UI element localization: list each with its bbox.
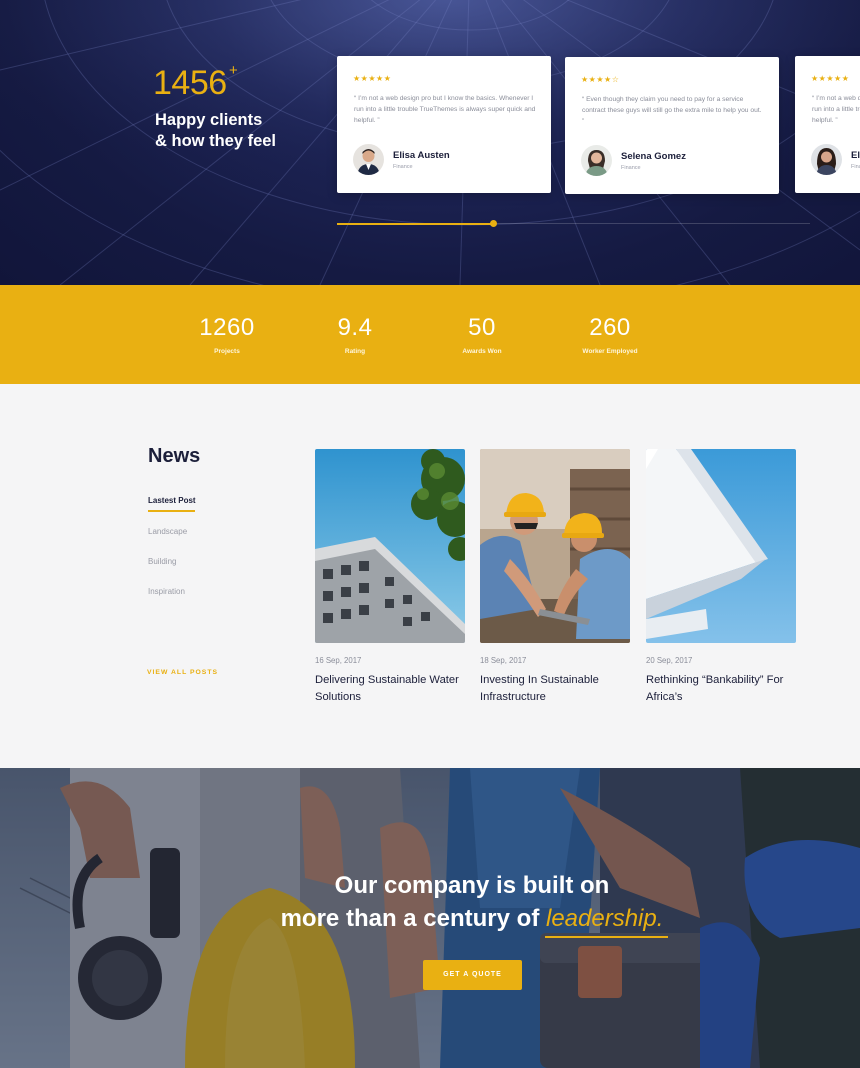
section-title: News bbox=[148, 445, 201, 467]
view-all-posts-link[interactable]: VIEW ALL POSTS bbox=[147, 669, 218, 676]
category-inspiration[interactable]: Inspiration bbox=[148, 587, 185, 596]
stat-value: 9.4 bbox=[337, 314, 373, 341]
category-latest-post[interactable]: Lastest Post bbox=[148, 496, 196, 505]
cta-section: Our company is built on more than a cent… bbox=[0, 768, 860, 1068]
testimonial-card[interactable]: ★★★★★ “ I’m not a web design pro but I k… bbox=[795, 56, 860, 193]
slider-handle[interactable] bbox=[490, 220, 497, 227]
post-thumbnail[interactable] bbox=[480, 449, 630, 643]
testimonial-quote: “ I’m not a web design pro but I know th… bbox=[354, 95, 536, 124]
category-landscape[interactable]: Landscape bbox=[148, 527, 187, 536]
slider-progress bbox=[337, 223, 494, 225]
rating-stars-icon: ★★★★☆ bbox=[581, 75, 620, 84]
stat-label: Awards Won bbox=[462, 348, 502, 355]
cta-headline: Our company is built on more than a cent… bbox=[0, 869, 860, 935]
counter-value: 1456 bbox=[153, 64, 227, 102]
post-date: 20 Sep, 2017 bbox=[646, 656, 693, 665]
post-date: 18 Sep, 2017 bbox=[480, 656, 527, 665]
author-role: Finance bbox=[621, 165, 641, 171]
stat-value: 260 bbox=[589, 314, 631, 341]
news-section: News Lastest Post Landscape Building Ins… bbox=[0, 384, 860, 768]
news-post[interactable]: 18 Sep, 2017 Investing In Sustainable In… bbox=[480, 449, 630, 706]
stat-awards: 50 Awards Won bbox=[422, 314, 542, 355]
active-category-underline bbox=[148, 510, 195, 512]
clients-counter: 1456 + bbox=[153, 62, 238, 103]
author-name: Selena Gomez bbox=[621, 151, 686, 162]
avatar bbox=[581, 145, 612, 176]
post-thumbnail[interactable] bbox=[315, 449, 465, 643]
author-name: Elisa Austen bbox=[393, 150, 450, 161]
testimonial-card[interactable]: ★★★★★ “ I’m not a web design pro but I k… bbox=[337, 56, 551, 193]
cta-line-2-prefix: more than a century of bbox=[280, 905, 546, 932]
category-building[interactable]: Building bbox=[148, 557, 176, 566]
testimonial-quote: “ I’m not a web design pro but I know th… bbox=[812, 95, 860, 124]
stat-label: Worker Employed bbox=[582, 348, 638, 355]
post-title[interactable]: Investing In Sustainable Infrastructure bbox=[480, 672, 630, 706]
stats-section: 1260 Projects 9.4 Rating 50 Awards Won 2… bbox=[0, 285, 860, 384]
get-a-quote-button[interactable]: GET A QUOTE bbox=[423, 960, 522, 990]
testimonial-card[interactable]: ★★★★☆ “ Even though they claim you need … bbox=[565, 57, 779, 194]
cta-line-2: more than a century of leadership. bbox=[0, 902, 860, 935]
stat-workers: 260 Worker Employed bbox=[550, 314, 670, 355]
news-post[interactable]: 16 Sep, 2017 Delivering Sustainable Wate… bbox=[315, 449, 465, 706]
stat-label: Projects bbox=[214, 348, 240, 355]
cta-highlight: leadership. bbox=[545, 905, 664, 932]
cta-line-1: Our company is built on bbox=[334, 872, 610, 899]
testimonials-section: 1456 + Happy clients & how they feel ★★★★… bbox=[0, 0, 860, 285]
post-title[interactable]: Rethinking “Bankability” For Africa’s bbox=[646, 672, 796, 706]
post-title[interactable]: Delivering Sustainable Water Solutions bbox=[315, 672, 465, 706]
rating-stars-icon: ★★★★★ bbox=[811, 74, 850, 83]
heading-line-1: Happy clients bbox=[155, 111, 263, 129]
author-role: Finance bbox=[851, 164, 860, 170]
heading-line-2: & how they feel bbox=[155, 132, 277, 150]
news-post[interactable]: 20 Sep, 2017 Rethinking “Bankability” Fo… bbox=[646, 449, 796, 706]
rating-stars-icon: ★★★★★ bbox=[353, 74, 392, 83]
stat-value: 50 bbox=[468, 314, 496, 341]
author-name: Elisa Austen bbox=[851, 150, 860, 161]
counter-plus: + bbox=[229, 62, 238, 79]
stat-label: Rating bbox=[344, 348, 366, 355]
testimonials-heading: Happy clients & how they feel bbox=[155, 110, 315, 152]
stat-projects: 1260 Projects bbox=[167, 314, 287, 355]
avatar bbox=[811, 144, 842, 175]
author-role: Finance bbox=[393, 164, 413, 170]
highlight-underline bbox=[545, 936, 668, 938]
testimonial-quote: “ Even though they claim you need to pay… bbox=[582, 96, 762, 125]
post-date: 16 Sep, 2017 bbox=[315, 656, 362, 665]
stat-rating: 9.4 Rating bbox=[295, 314, 415, 355]
post-thumbnail[interactable] bbox=[646, 449, 796, 643]
stat-value: 1260 bbox=[199, 314, 255, 341]
avatar bbox=[353, 144, 384, 175]
